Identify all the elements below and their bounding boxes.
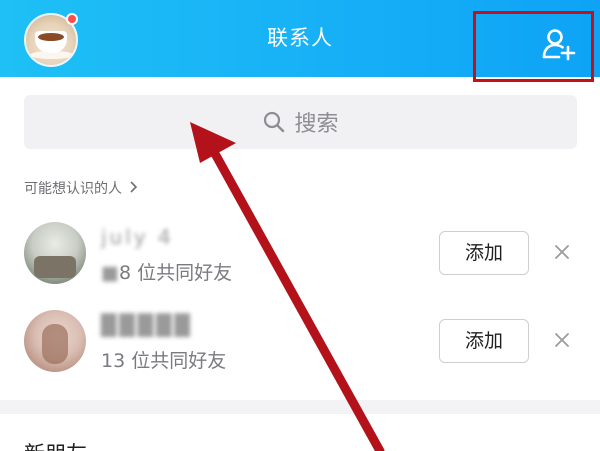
search-placeholder: 搜索 [294, 112, 339, 137]
search-bar[interactable]: 搜索 [24, 95, 577, 149]
chevron-right-icon [130, 181, 138, 193]
close-icon[interactable] [551, 329, 573, 351]
contact-name: july 4 [101, 225, 174, 249]
suggested-contact-row[interactable]: july 4 ■8 位共同好友 添加 [0, 218, 600, 294]
add-friend-button[interactable]: 添加 [439, 231, 529, 275]
section-divider [0, 400, 600, 414]
close-icon[interactable] [551, 241, 573, 263]
add-user-icon [542, 29, 576, 61]
new-friends-item[interactable]: 新朋友 [24, 438, 87, 451]
contact-avatar [24, 310, 86, 372]
contact-name-blurred: █████ [101, 313, 193, 337]
contact-avatar [24, 222, 86, 284]
suggested-contact-row[interactable]: █████ 13 位共同好友 添加 [0, 306, 600, 382]
mutual-friends-text: ■8 位共同好友 [101, 262, 233, 284]
mutual-friends-text: 13 位共同好友 [101, 350, 227, 372]
contacts-page: 联系人 搜索 可能想认识的人 july 4 ■8 位共同好友 添加 █████ … [0, 0, 600, 451]
section-label-text: 可能想认识的人 [24, 181, 122, 197]
add-friend-button[interactable]: 添加 [439, 319, 529, 363]
search-icon [264, 111, 285, 133]
suggestions-section-label[interactable]: 可能想认识的人 [24, 178, 139, 198]
add-contact-button[interactable] [473, 11, 594, 82]
header-bar: 联系人 [0, 0, 600, 82]
